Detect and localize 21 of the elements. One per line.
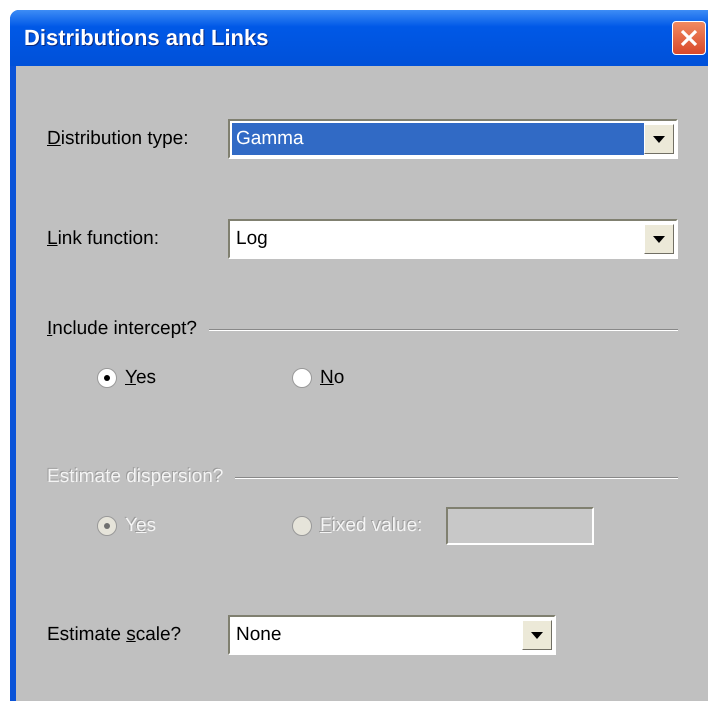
caret-icon <box>653 136 665 142</box>
dropdown-field[interactable]: Log <box>228 219 678 259</box>
dropdown-field[interactable]: None <box>228 615 556 655</box>
option-label[interactable]: No <box>320 367 344 389</box>
dropdown-field[interactable]: Gamma <box>228 119 678 159</box>
value-field[interactable] <box>446 507 594 545</box>
field-label: Estimate scale? <box>47 624 182 646</box>
radio-button[interactable] <box>97 368 117 388</box>
caret-icon <box>531 632 543 638</box>
group-label: Include intercept? <box>47 318 197 340</box>
close-icon <box>678 27 700 49</box>
field-label: Link function: <box>47 228 160 250</box>
field-label: Distribution type: <box>47 128 190 150</box>
dropdown-button[interactable] <box>644 224 674 254</box>
dropdown-button[interactable] <box>522 620 552 650</box>
option-label[interactable]: Yes <box>125 367 156 389</box>
caret-icon <box>653 236 665 242</box>
close-button[interactable] <box>672 21 706 55</box>
window-title: Distributions and Links <box>24 25 268 51</box>
radio-button[interactable] <box>292 368 312 388</box>
dropdown-button[interactable] <box>644 124 674 154</box>
